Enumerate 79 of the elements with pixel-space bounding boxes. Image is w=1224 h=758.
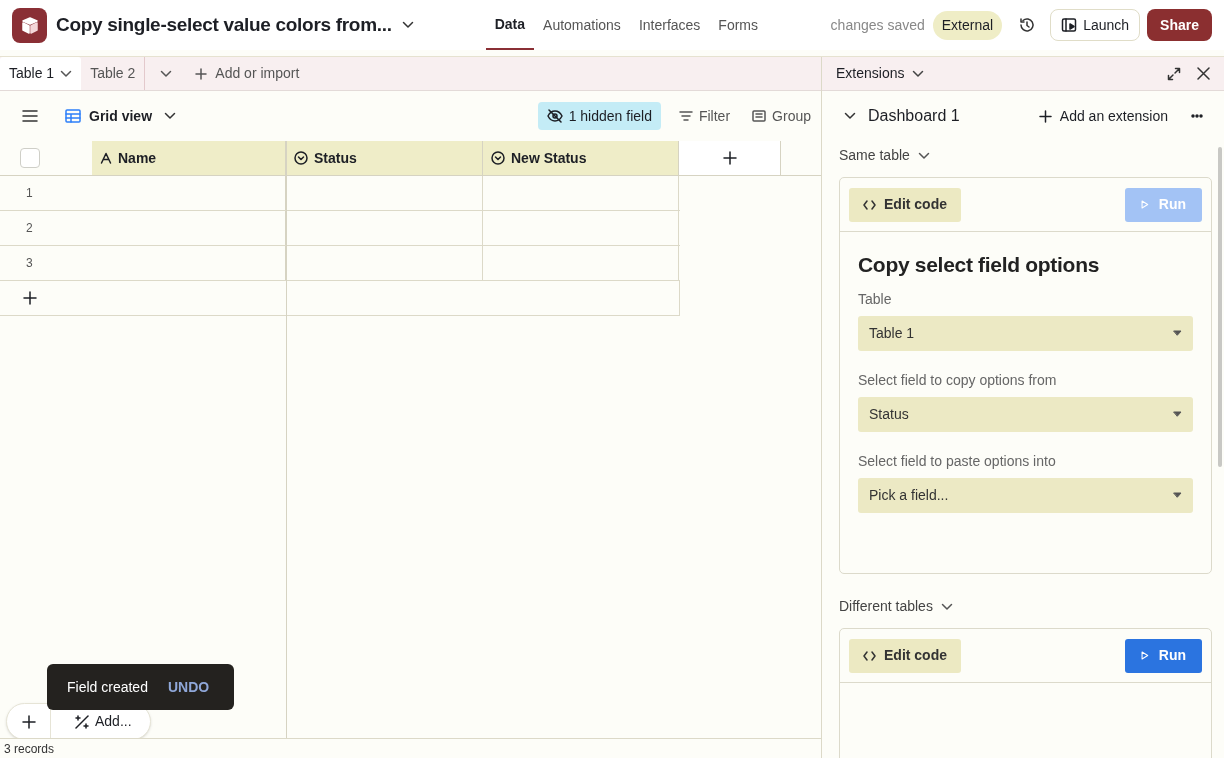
record-count: 3 records <box>4 740 55 758</box>
chevron-down-icon <box>164 112 177 120</box>
caret-down-icon <box>1173 492 1182 498</box>
dots-icon <box>1191 114 1203 118</box>
box-icon <box>19 15 40 35</box>
expand-icon <box>1167 66 1181 81</box>
section-toggle[interactable]: Different tables <box>839 596 953 617</box>
chevron-down-icon <box>940 602 953 611</box>
code-icon <box>863 650 876 661</box>
circle-chevron-icon <box>491 151 505 165</box>
nav-tab[interactable]: Automations <box>534 0 630 50</box>
caret-down-icon <box>1173 411 1182 417</box>
launch-icon <box>1061 17 1078 33</box>
hidden-fields-button[interactable]: 1 hidden field <box>537 102 661 130</box>
dashboard-title[interactable]: Dashboard 1 <box>868 104 960 128</box>
edit-code-button[interactable]: Edit code <box>849 187 961 222</box>
run-button[interactable]: Run <box>1125 638 1202 673</box>
plus-icon <box>722 151 737 165</box>
column-header[interactable]: New Status <box>483 141 679 175</box>
select-field[interactable]: Table 1 <box>858 315 1193 351</box>
plus-icon <box>195 67 208 80</box>
circle-chevron-icon <box>294 151 308 165</box>
letter-a-icon <box>100 152 112 164</box>
play-icon <box>1141 198 1149 211</box>
group-button[interactable]: Group <box>744 102 811 130</box>
undo-button[interactable]: UNDO <box>167 676 210 698</box>
nav-tab[interactable]: Data <box>485 0 535 50</box>
select-all-checkbox[interactable] <box>20 148 40 168</box>
filter-icon <box>678 111 693 121</box>
chevron-down-icon <box>917 151 930 160</box>
chevron-down-icon <box>844 112 856 120</box>
column-header[interactable]: Name <box>92 141 286 175</box>
chevron-down-icon <box>160 69 173 78</box>
table-tab[interactable]: Table 2 <box>81 57 146 90</box>
field-label: Select field to paste options into <box>858 451 1057 471</box>
save-status: changes saved <box>830 15 925 35</box>
select-field[interactable]: Pick a field... <box>858 477 1193 513</box>
code-icon <box>863 199 876 210</box>
column-header[interactable]: Status <box>286 141 483 175</box>
plus-icon <box>21 714 36 729</box>
grid-icon <box>65 109 81 123</box>
eye-off-icon <box>546 109 563 123</box>
external-badge: External <box>932 10 1003 40</box>
scrollbar[interactable] <box>1218 147 1222 467</box>
chevron-down-icon <box>60 69 73 78</box>
row-number: 2 <box>26 220 33 237</box>
plus-icon <box>1038 109 1052 123</box>
group-icon <box>752 110 767 122</box>
field-label: Select field to copy options from <box>858 370 1058 390</box>
field-label: Table <box>858 289 893 309</box>
app-logo[interactable] <box>12 7 47 43</box>
row-number: 1 <box>26 185 33 202</box>
edit-code-button[interactable]: Edit code <box>849 638 961 673</box>
add-extension-button[interactable]: Add an extension <box>1038 105 1168 127</box>
extensions-menu[interactable]: Extensions <box>836 63 925 84</box>
play-icon <box>1141 649 1149 662</box>
table-tab[interactable]: Table 1 <box>0 57 82 90</box>
nav-tab[interactable]: Forms <box>709 0 768 50</box>
caret-down-icon <box>1173 330 1182 336</box>
row-number: 3 <box>26 255 33 272</box>
chevron-down-icon <box>401 21 414 29</box>
view-switcher[interactable]: Grid view <box>65 105 177 127</box>
add-row-button[interactable] <box>22 290 38 306</box>
menu-icon <box>22 110 38 122</box>
plus-icon <box>23 291 37 305</box>
base-title[interactable]: Copy single-select value colors from... <box>56 10 392 40</box>
wand-icon <box>75 714 89 729</box>
extension-heading: Copy select field options <box>858 252 1101 278</box>
filter-button[interactable]: Filter <box>670 102 739 130</box>
history-icon <box>1018 16 1037 34</box>
section-toggle[interactable]: Same table <box>839 145 930 166</box>
close-icon <box>1197 67 1210 80</box>
add-table-button[interactable]: Add or import <box>195 63 300 84</box>
select-field[interactable]: Status <box>858 396 1193 432</box>
chevron-down-icon <box>912 69 925 78</box>
toast-message: Field created <box>67 677 148 697</box>
nav-tab[interactable]: Interfaces <box>629 0 710 50</box>
share-button[interactable]: Share <box>1147 9 1212 41</box>
launch-button[interactable]: Launch <box>1050 9 1141 41</box>
